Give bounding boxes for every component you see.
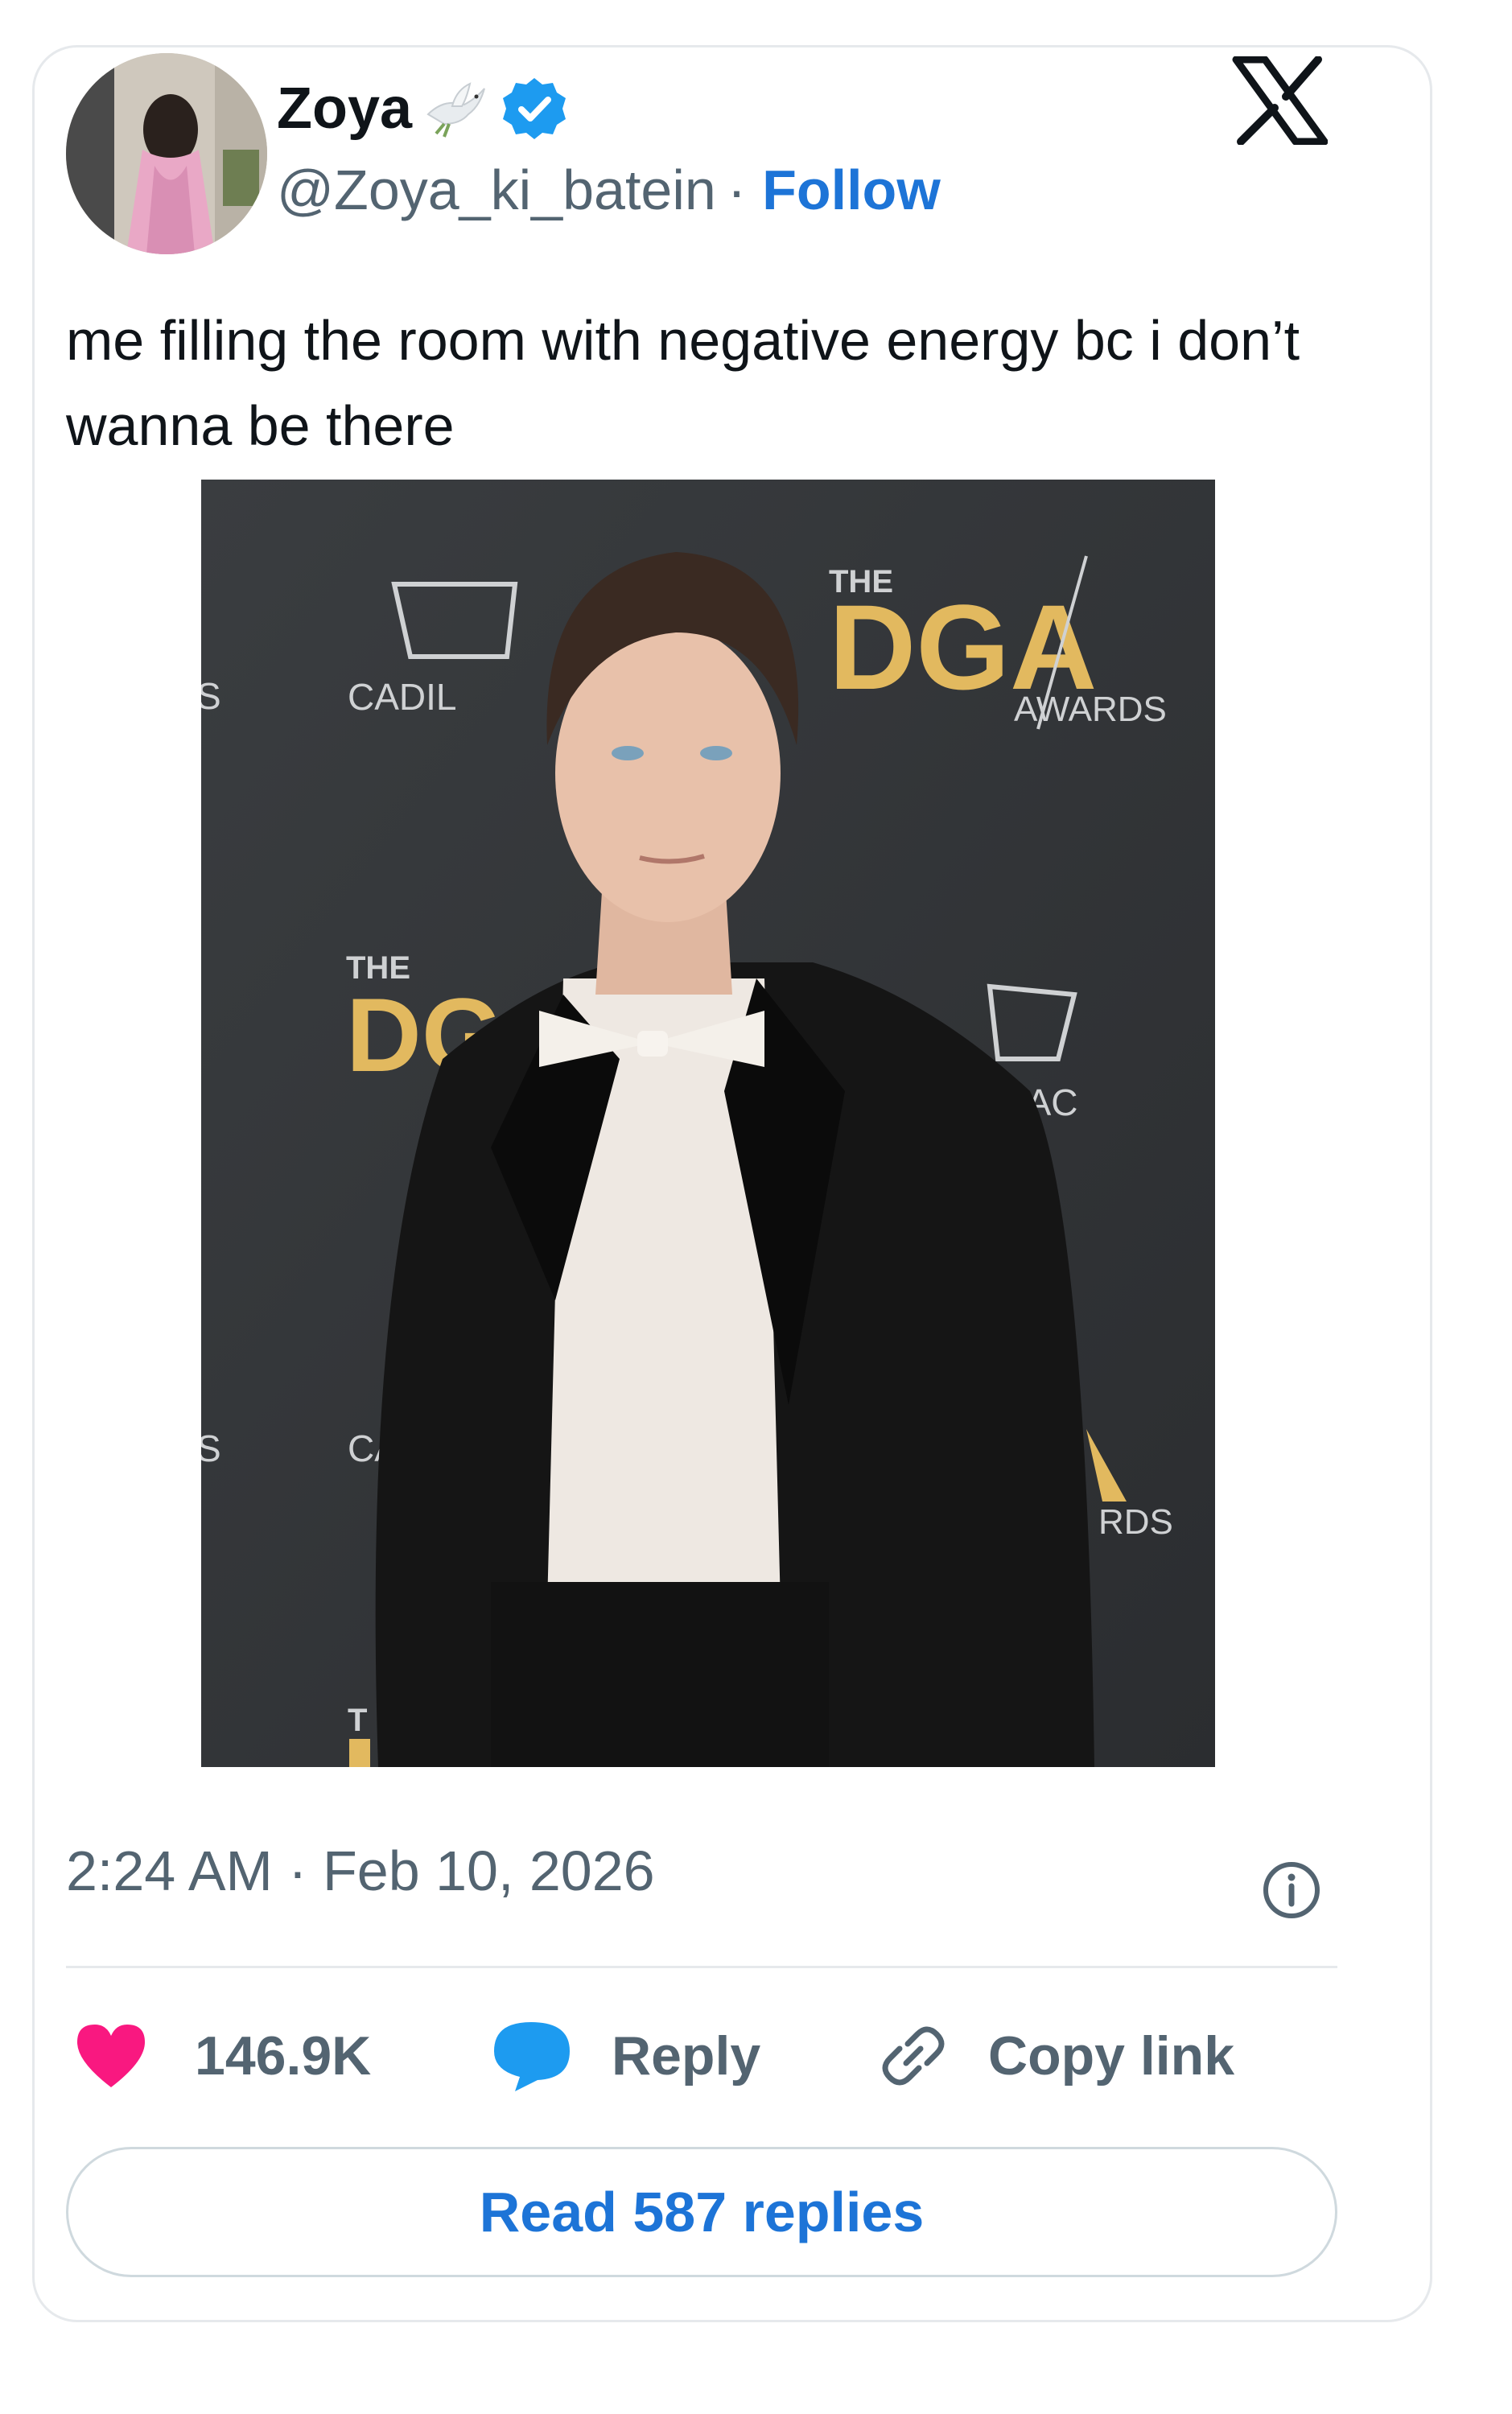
tweet-text: me filling the room with negative energy… <box>66 309 1300 457</box>
reply-button[interactable]: Reply <box>491 2012 760 2100</box>
tweet-photo[interactable]: THE DGA AWARDS CADIL S THE DG LAC S CA R… <box>201 480 1215 1767</box>
dove-icon <box>426 82 486 138</box>
follow-button[interactable]: Follow <box>762 158 941 222</box>
avatar-image <box>66 53 267 254</box>
x-logo-icon[interactable] <box>1231 56 1328 145</box>
author-handle-row: @Zoya_ki_batein · Follow <box>277 158 941 222</box>
heart-icon <box>77 2025 145 2087</box>
backdrop-cadillac-top: CADIL <box>348 676 456 718</box>
backdrop-s-bottom: S <box>201 1427 221 1469</box>
backdrop-awards-top: AWARDS <box>1014 690 1167 729</box>
like-button[interactable]: 146.9K <box>74 2012 371 2100</box>
copy-link-button[interactable]: Copy link <box>877 2012 1234 2100</box>
read-replies-button[interactable]: Read 587 replies <box>66 2147 1337 2277</box>
divider <box>66 1966 1337 1968</box>
backdrop-s-top: S <box>201 675 221 717</box>
author-display-name[interactable]: Zoya <box>277 76 412 142</box>
author-handle[interactable]: @Zoya_ki_batein <box>277 158 716 222</box>
author-name-row: Zoya <box>277 72 568 145</box>
handle-separator: · <box>727 159 747 221</box>
photo-illustration: THE DGA AWARDS CADIL S THE DG LAC S CA R… <box>201 480 1215 1767</box>
backdrop-rds-bottom: RDS <box>1098 1502 1173 1542</box>
avatar[interactable] <box>66 53 267 254</box>
verified-badge-icon[interactable] <box>501 75 568 142</box>
copy-link-label: Copy link <box>988 2025 1235 2087</box>
link-icon <box>882 2026 945 2086</box>
tweet-timestamp[interactable]: 2:24 AM · Feb 10, 2026 <box>66 1839 655 1903</box>
info-icon[interactable] <box>1262 1860 1321 1920</box>
reply-bubble-icon <box>494 2022 570 2091</box>
reply-label: Reply <box>612 2025 761 2087</box>
likes-count: 146.9K <box>195 2025 372 2087</box>
backdrop-t-bottom: T <box>348 1703 367 1738</box>
